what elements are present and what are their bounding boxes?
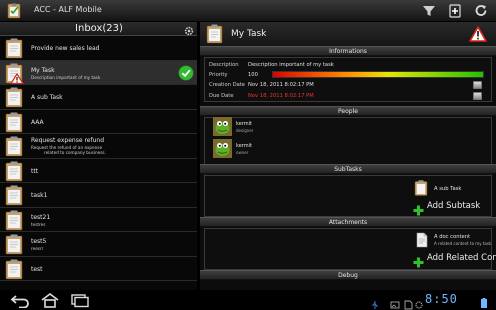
creation-date-label: Creation Date [209,82,245,88]
clipboard-icon [4,136,24,157]
add-related-content-plus-icon[interactable] [413,253,424,268]
inbox-item-description-line2: related to company business. [44,150,106,155]
avatar [213,117,232,136]
person-name[interactable]: kermit [236,121,252,127]
check-icon [178,64,194,81]
task-title: My Task [231,29,267,39]
clipboard-icon [4,234,24,255]
attachment-item-description: A related content to my task [434,241,492,246]
inbox-title: Inbox(23) [75,23,123,34]
inbox-item-title: ttt [31,167,39,175]
description-label: Description [209,62,239,68]
recent-apps-icon[interactable] [68,292,92,308]
gear-icon[interactable] [183,22,195,36]
inbox-item[interactable]: A sub Task [0,85,197,110]
people-section-header: People [200,106,496,116]
person-role: designer [236,128,254,133]
inbox-item[interactable]: AAA [0,110,197,134]
gallery-icon [390,295,400,309]
creation-date-picker-button[interactable] [473,81,482,89]
debug-section-header[interactable]: Debug [200,270,496,280]
priority-value: 100 [248,72,258,78]
priority-bar [272,71,484,78]
inbox-item[interactable]: ttt [0,159,197,183]
add-subtask-plus-icon[interactable] [413,201,424,216]
subtask-item-title[interactable]: A sub Task [434,186,461,192]
clipboard-icon [4,210,24,231]
person-role: owner [236,150,249,155]
inbox-item-title: AAA [31,118,44,126]
attachment-item-title[interactable]: A doc content [434,234,470,240]
refresh-icon[interactable] [472,2,490,20]
inbox-item-description: reesrr [31,246,44,251]
inbox-item[interactable]: task1 [0,183,197,208]
inbox-item-title: task1 [31,192,48,199]
system-bar: 8:50 [0,290,496,310]
clipboard-icon [4,87,24,108]
informations-section-header: Informations [200,46,496,56]
inbox-list: Provide new sales lead My Task Description… [0,36,197,281]
inbox-item[interactable]: test21 testres [0,208,197,232]
app-title: ACC - ALF Mobile [34,5,102,14]
inbox-item[interactable]: test [0,257,197,281]
description-value: Description important of my task [248,62,334,68]
clipboard-icon [4,259,24,280]
settings-status-icon [414,295,424,309]
clipboard-icon [4,161,24,182]
avatar [213,139,232,158]
task-header: My Task [200,22,496,46]
filter-icon[interactable] [420,2,438,20]
clock: 8:50 [425,292,458,306]
inbox-item-description: Description important of my task [31,74,101,80]
battery-icon [478,294,490,308]
subtasks-section-header: SubTasks [200,164,496,174]
inbox-item[interactable]: Provide new sales lead [0,36,197,61]
inbox-header: Inbox(23) [0,22,197,36]
creation-date-value: Nov 18, 2011 8:02:17 PM [248,82,314,88]
due-date-value: Nov 18, 2011 8:02:17 PM [248,93,314,99]
warning-icon [469,26,487,42]
add-icon[interactable] [446,2,464,20]
inbox-item[interactable]: test5 reesrr [0,232,197,257]
inbox-item-title: test21 [31,213,51,221]
clipboard-icon [4,185,24,206]
back-icon[interactable] [8,292,32,309]
subtask-clipboard-icon [414,180,428,196]
app-logo-icon [6,3,22,19]
inbox-item-title: A sub Task [31,94,63,101]
add-subtask-button[interactable]: Add Subtask [427,201,480,211]
clipboard-icon [4,38,24,59]
inbox-item-title: Request expense refund [31,137,104,144]
inbox-item-title: test [31,265,43,273]
clipboard-warning-icon [4,63,24,84]
inbox-item-title: Provide new sales lead [31,45,100,52]
action-bar: ACC - ALF Mobile [0,0,496,22]
document-icon [415,232,429,248]
attachments-section-header: Attachments [200,217,496,227]
due-date-label: Due Date [209,93,234,99]
due-date-picker-button[interactable] [473,92,482,100]
inbox-item[interactable]: My Task Description important of my task [0,60,197,85]
inbox-item-title: test5 [31,238,47,245]
clipboard-icon [206,24,223,44]
priority-label: Priority [209,72,228,78]
task-detail-panel: My Task Informations Description Descrip… [200,22,496,290]
clipboard-icon [4,112,24,133]
add-related-content-button[interactable]: Add Related Content [427,253,496,263]
home-icon[interactable] [38,292,62,308]
inbox-item[interactable]: Request expense refund Request the refund… [0,134,197,159]
usb-icon [370,295,380,309]
person-name[interactable]: kermit [236,143,252,149]
sd-icon [403,295,413,310]
inbox-item-description: testres [31,221,46,227]
inbox-panel: Inbox(23) Provide new sales lead My Task D… [0,22,198,290]
inbox-item-title: My Task [31,66,55,74]
